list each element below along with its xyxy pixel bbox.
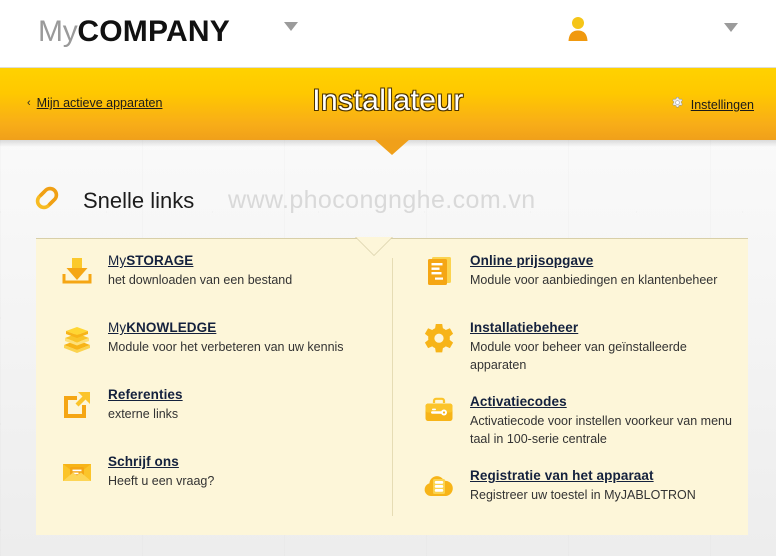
quick-link-title[interactable]: Schrijf ons xyxy=(108,454,380,469)
quick-link-desc: Registreer uw toestel in MyJABLOTRON xyxy=(470,488,696,502)
quick-link-title-bold: Online prijsopgave xyxy=(470,253,594,268)
gear-icon xyxy=(422,321,456,355)
brand-logo-my: My xyxy=(38,15,78,48)
quick-link-title[interactable]: Registratie van het apparaat xyxy=(470,468,732,483)
quick-link-desc: Module voor aanbiedingen en klantenbehee… xyxy=(470,273,718,287)
quick-link-mystorage[interactable]: MySTORAGE het downloaden van een bestand xyxy=(60,252,380,289)
quick-link-desc: Module voor het verbeteren van uw kennis xyxy=(108,340,344,354)
quick-link-online-prijsopgave[interactable]: Online prijsopgave Module voor aanbiedin… xyxy=(422,252,732,289)
quick-link-title[interactable]: Referenties xyxy=(108,387,380,402)
quick-link-title-bold: KNOWLEDGE xyxy=(126,320,217,335)
quick-links-right-column: Online prijsopgave Module voor aanbiedin… xyxy=(422,252,732,526)
brand-logo[interactable]: MyCOMPANY xyxy=(38,12,230,52)
band-notch-arrow xyxy=(374,139,410,155)
quick-link-title-thin: My xyxy=(108,253,127,268)
quick-link-title-bold: Referenties xyxy=(108,387,183,402)
quick-link-title[interactable]: Online prijsopgave xyxy=(470,253,732,268)
top-header: MyCOMPANY xyxy=(0,0,776,68)
quick-link-activatiecodes[interactable]: Activatiecodes Activatiecode voor instel… xyxy=(422,393,732,448)
cloud-server-icon xyxy=(422,469,456,503)
quick-link-title[interactable]: Activatiecodes xyxy=(470,394,732,409)
quick-link-desc: externe links xyxy=(108,407,179,421)
quick-link-schrijf-ons[interactable]: Schrijf ons Heeft u een vraag? xyxy=(60,453,380,490)
page-title: Installateur xyxy=(312,84,464,117)
quick-link-title-bold: Activatiecodes xyxy=(470,394,567,409)
briefcase-key-icon xyxy=(422,395,456,429)
section-title: Snelle links xyxy=(83,187,195,213)
quick-link-title-bold: Registratie van het apparaat xyxy=(470,468,654,483)
quick-link-body: Online prijsopgave Module voor aanbiedin… xyxy=(470,252,732,289)
quick-link-body: Schrijf ons Heeft u een vraag? xyxy=(108,453,380,490)
quick-link-body: Activatiecodes Activatiecode voor instel… xyxy=(470,393,732,448)
quick-link-title[interactable]: MySTORAGE xyxy=(108,253,380,268)
quick-link-title-bold: Schrijf ons xyxy=(108,454,179,469)
quick-link-body: Registratie van het apparaat Registreer … xyxy=(470,467,732,504)
document-icon xyxy=(422,254,456,288)
gear-icon xyxy=(670,96,685,114)
card-column-divider xyxy=(392,258,393,516)
quick-link-title-bold: Installatiebeheer xyxy=(470,320,579,335)
settings-link-label[interactable]: Instellingen xyxy=(691,98,754,112)
chevron-down-icon[interactable] xyxy=(284,22,298,31)
quick-link-installatiebeheer[interactable]: Installatiebeheer Module voor beheer van… xyxy=(422,319,732,374)
quick-link-body: Referenties externe links xyxy=(108,386,380,423)
quick-link-registratie-apparaat[interactable]: Registratie van het apparaat Registreer … xyxy=(422,467,732,504)
brand-logo-company: COMPANY xyxy=(77,15,230,48)
books-icon xyxy=(60,321,94,355)
envelope-icon xyxy=(60,455,94,489)
quick-link-title-thin: My xyxy=(108,320,127,335)
app-page: MyCOMPANY ‹ Mijn actieve apparaten Insta… xyxy=(0,0,776,556)
external-link-icon xyxy=(60,388,94,422)
quick-link-title[interactable]: MyKNOWLEDGE xyxy=(108,320,380,335)
chevron-down-icon-right[interactable] xyxy=(724,23,738,32)
quick-link-title[interactable]: Installatiebeheer xyxy=(470,320,732,335)
chain-link-icon xyxy=(28,181,66,220)
section-header: Snelle links xyxy=(28,181,194,220)
quick-link-desc: Module voor beheer van geïnstalleerde ap… xyxy=(470,340,687,372)
quick-link-referenties[interactable]: Referenties externe links xyxy=(60,386,380,423)
quick-link-desc: Heeft u een vraag? xyxy=(108,474,215,488)
quick-links-left-column: MySTORAGE het downloaden van een bestand… xyxy=(60,252,380,512)
user-avatar-icon[interactable] xyxy=(566,16,590,47)
settings-link[interactable]: Instellingen xyxy=(670,96,754,114)
quick-link-myknowledge[interactable]: MyKNOWLEDGE Module voor het verbeteren v… xyxy=(60,319,380,356)
quick-link-desc: Activatiecode voor instellen voorkeur va… xyxy=(470,414,732,446)
quick-link-body: Installatiebeheer Module voor beheer van… xyxy=(470,319,732,374)
quick-link-desc: het downloaden van een bestand xyxy=(108,273,293,287)
watermark-text: www.phocongnghe.com.vn xyxy=(228,186,536,214)
download-icon xyxy=(60,254,94,288)
quick-link-body: MySTORAGE het downloaden van een bestand xyxy=(108,252,380,289)
quick-link-body: MyKNOWLEDGE Module voor het verbeteren v… xyxy=(108,319,380,356)
quick-link-title-bold: STORAGE xyxy=(126,253,194,268)
